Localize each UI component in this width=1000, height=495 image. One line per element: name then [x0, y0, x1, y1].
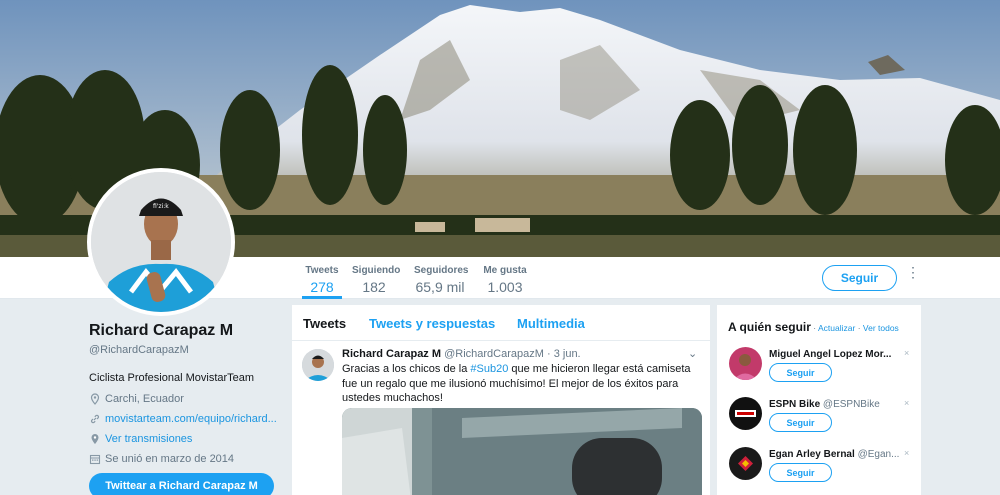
suggestion-avatar[interactable] — [729, 447, 762, 480]
suggestion-name[interactable]: Egan Arley Bernal @Egan... — [769, 449, 909, 460]
joined-text: Se unió en marzo de 2014 — [105, 452, 235, 465]
refresh-link[interactable]: Actualizar — [818, 323, 855, 333]
tab-tweets-replies[interactable]: Tweets y respuestas — [369, 316, 495, 331]
suggestion-avatar[interactable] — [729, 397, 762, 430]
timeline-tabs: Tweets Tweets y respuestas Multimedia — [292, 305, 710, 341]
suggestion-photo — [729, 347, 762, 380]
suggestion-handle[interactable]: @ESPNBike — [823, 399, 880, 410]
suggestion-follow-button[interactable]: Seguir — [769, 363, 832, 382]
cap-logo-text: fi'zi:k — [153, 203, 169, 210]
location-pin-icon — [90, 392, 100, 405]
tweet-author-handle[interactable]: @RichardCarapazM — [444, 348, 544, 360]
suggestion-follow-button[interactable]: Seguir — [769, 463, 832, 482]
suggestion-name[interactable]: Miguel Angel Lopez Mor... — [769, 349, 909, 360]
profile-photo: fi'zi:k — [91, 172, 231, 312]
calendar-icon — [89, 454, 101, 464]
tweet-to-button[interactable]: Twittear a Richard Carapaz M — [89, 473, 274, 495]
view-all-link[interactable]: Ver todos — [863, 323, 899, 333]
profile-broadcasts[interactable]: Ver transmisiones — [89, 433, 289, 445]
tweet-photo — [342, 408, 702, 495]
stat-followers-label: Seguidores — [414, 265, 469, 276]
more-options-icon[interactable]: ⋮ — [906, 265, 920, 287]
timeline: Tweets Tweets y respuestas Multimedia Ri… — [292, 305, 710, 495]
stat-likes-value: 1.003 — [487, 279, 523, 295]
location-text: Carchi, Ecuador — [105, 392, 184, 405]
suggestion-logo — [729, 447, 762, 480]
suggestion-display-name[interactable]: Egan Arley Bernal — [769, 449, 855, 460]
profile-joined: Se unió en marzo de 2014 — [89, 452, 289, 465]
espn-bike-logo — [729, 397, 762, 430]
tweet-avatar-photo — [302, 349, 334, 381]
profile-bio: Ciclista Profesional MovistarTeam — [89, 372, 255, 384]
who-to-follow-panel: A quién seguir · Actualizar · Ver todos … — [717, 305, 921, 495]
profile-website[interactable]: movistarteam.com/equipo/richard... — [89, 413, 289, 425]
website-link[interactable]: movistarteam.com/equipo/richard... — [105, 413, 277, 425]
suggestion-item[interactable]: Egan Arley Bernal @Egan... Seguir × — [717, 447, 921, 493]
stat-following-value: 182 — [362, 279, 386, 295]
tweet-media-image[interactable] — [342, 408, 702, 495]
suggestion-display-name[interactable]: ESPN Bike — [769, 399, 820, 410]
tweet-author-name[interactable]: Richard Carapaz M — [342, 348, 441, 360]
tab-media[interactable]: Multimedia — [517, 316, 585, 331]
profile-handle[interactable]: @RichardCarapazM — [89, 344, 289, 356]
profile-card: Richard Carapaz M @RichardCarapazM Cicli… — [89, 322, 289, 465]
link-icon — [90, 414, 100, 423]
header-separator: · — [810, 323, 818, 333]
chevron-down-icon[interactable]: ⌄ — [688, 347, 697, 360]
stat-followers[interactable]: Seguidores 65,9 mil — [414, 265, 469, 295]
stat-followers-value: 65,9 mil — [415, 279, 465, 295]
header-separator: · — [855, 323, 863, 333]
hashtag-link[interactable]: #Sub20 — [470, 363, 508, 375]
suggestion-item[interactable]: Miguel Angel Lopez Mor... Seguir × — [717, 347, 921, 393]
close-icon[interactable]: × — [904, 398, 909, 408]
tweet-author-avatar[interactable] — [302, 349, 334, 381]
stat-following[interactable]: Siguiendo 182 — [352, 265, 401, 295]
profile-name[interactable]: Richard Carapaz M — [89, 322, 289, 340]
suggestion-follow-button[interactable]: Seguir — [769, 413, 832, 432]
suggestion-item[interactable]: ESPN Bike @ESPNBike Seguir × — [717, 397, 921, 443]
follow-button[interactable]: Seguir — [822, 265, 897, 291]
tweet-separator: · — [546, 348, 551, 360]
suggestion-handle[interactable]: @Egan... — [858, 449, 900, 460]
tweet-date[interactable]: 3 jun. — [554, 348, 581, 360]
profile-location: Carchi, Ecuador — [89, 392, 289, 405]
tweet-text: Gracias a los chicos de la #Sub20 que me… — [342, 362, 702, 406]
periscope-pin-icon — [91, 433, 99, 444]
suggestion-display-name[interactable]: Miguel Angel Lopez Mor... — [769, 349, 891, 360]
suggestion-avatar[interactable] — [729, 347, 762, 380]
tweet-text-part1: Gracias a los chicos de la — [342, 363, 471, 375]
who-to-follow-header: A quién seguir · Actualizar · Ver todos — [728, 318, 899, 336]
stat-likes-label: Me gusta — [483, 265, 527, 276]
who-to-follow-title: A quién seguir — [728, 320, 811, 334]
stat-likes[interactable]: Me gusta 1.003 — [483, 265, 527, 295]
stat-tweets-label: Tweets — [305, 265, 339, 276]
broadcasts-link[interactable]: Ver transmisiones — [105, 433, 192, 445]
stat-tweets-value: 278 — [310, 279, 334, 295]
tweet-header: Richard Carapaz M @RichardCarapazM · 3 j… — [342, 348, 581, 360]
tab-tweets[interactable]: Tweets — [303, 316, 346, 331]
close-icon[interactable]: × — [904, 348, 909, 358]
stat-following-label: Siguiendo — [352, 265, 401, 276]
profile-avatar[interactable]: fi'zi:k — [87, 168, 235, 316]
close-icon[interactable]: × — [904, 448, 909, 458]
suggestion-name[interactable]: ESPN Bike @ESPNBike — [769, 399, 909, 410]
stat-tweets[interactable]: Tweets 278 — [302, 265, 342, 299]
